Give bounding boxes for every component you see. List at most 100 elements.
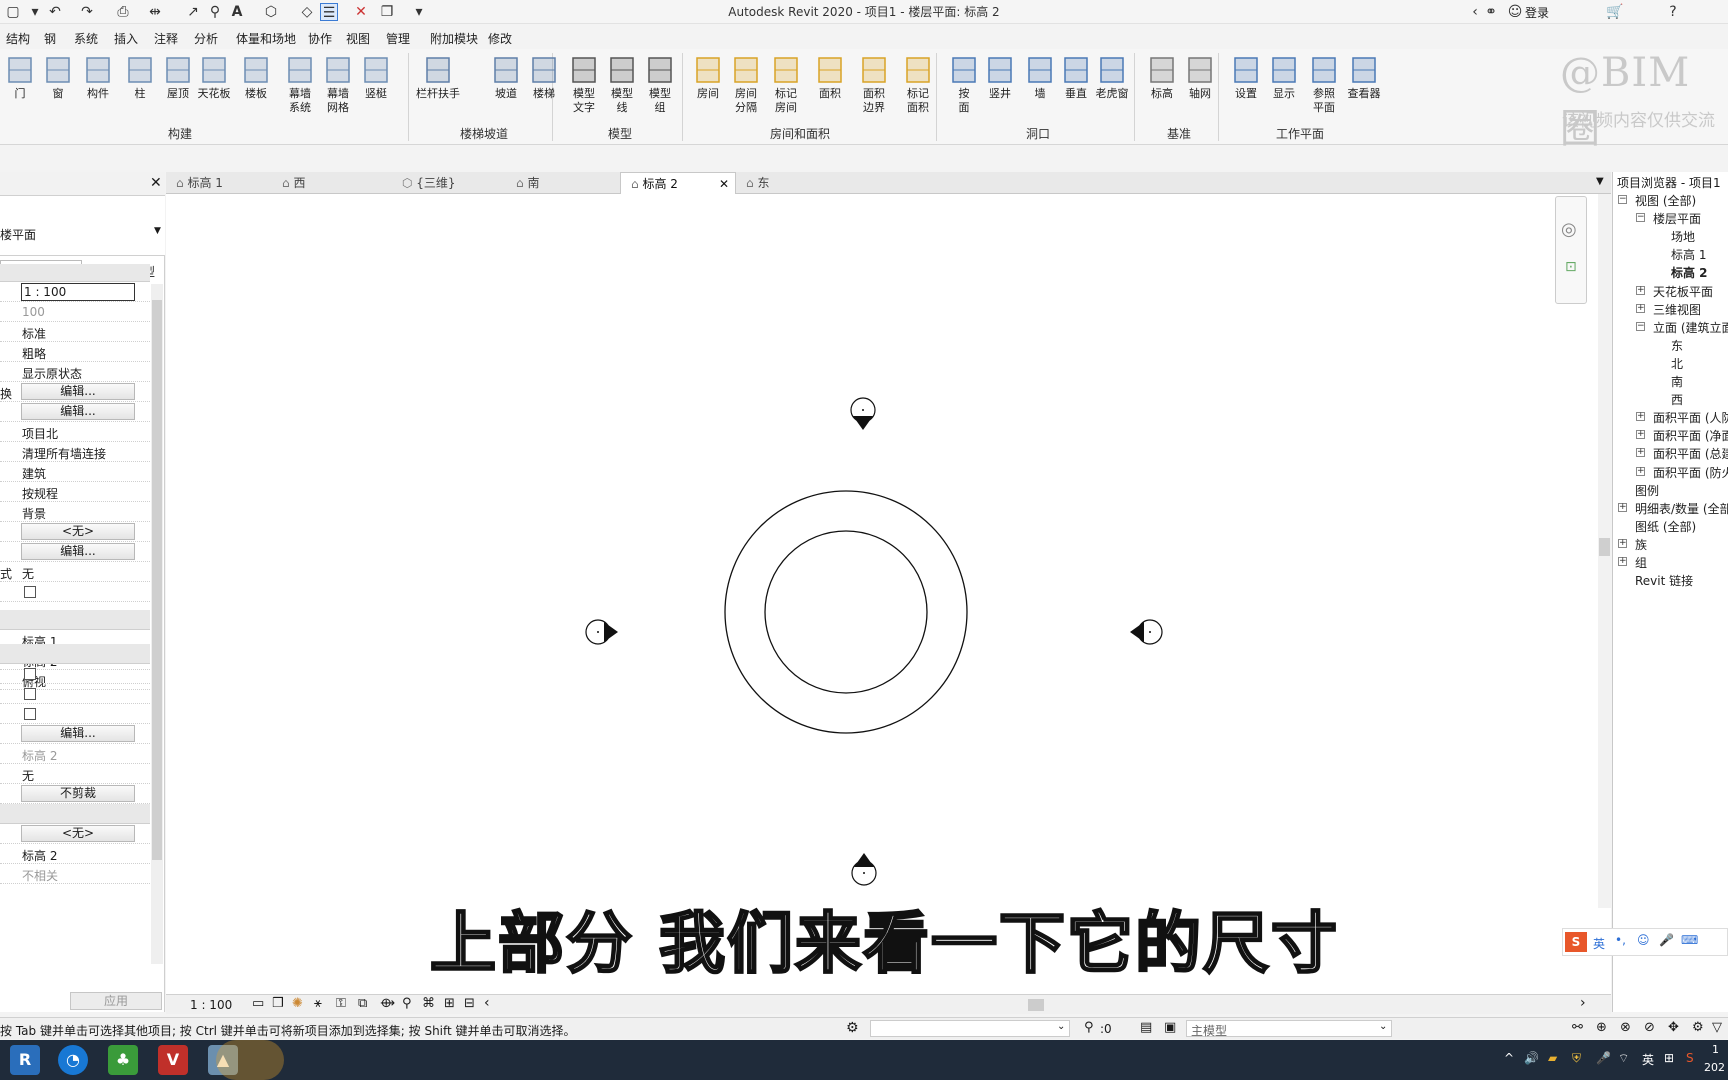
drawing-area[interactable]: ◎ ⊡	[166, 194, 1611, 994]
property-value[interactable]: 粗略	[22, 345, 46, 362]
ribbon-button-opening[interactable]: 老虎窗	[1090, 55, 1134, 101]
browser-item[interactable]: 视图 (全部)	[1635, 192, 1696, 209]
ime-mode[interactable]: 英	[1593, 935, 1605, 952]
ribbon-panel-label[interactable]: 洞口	[1026, 125, 1050, 142]
ribbon-button-room[interactable]: 标记 房间	[764, 55, 808, 115]
ribbon-tab[interactable]: 修改	[488, 30, 512, 47]
clock-time[interactable]: 1	[1712, 1043, 1719, 1056]
tree-expander-icon[interactable]: +	[1636, 466, 1645, 476]
ribbon-button-datum[interactable]: 轴网	[1178, 55, 1222, 101]
apply-button[interactable]: 应用	[70, 992, 162, 1010]
tree-expander-icon[interactable]: +	[1636, 285, 1645, 295]
type-selector[interactable]: 楼平面 ▼	[0, 196, 165, 256]
sogou-tray-icon[interactable]: S	[1686, 1051, 1694, 1065]
property-edit-button[interactable]: 编辑...	[21, 725, 135, 742]
sun-path-icon[interactable]: ✺	[292, 996, 303, 1011]
browser-item[interactable]: 楼层平面	[1653, 210, 1701, 227]
property-checkbox[interactable]	[24, 688, 36, 700]
cart-icon[interactable]: 🛒	[1606, 3, 1624, 21]
browser-item[interactable]: 南	[1671, 373, 1683, 390]
ribbon-panel-label[interactable]: 工作平面	[1276, 125, 1324, 142]
ribbon-button-build[interactable]: 竖梃	[354, 55, 398, 101]
steering-wheel-icon[interactable]: ◎	[1561, 219, 1577, 240]
horizontal-scrollbar-thumb[interactable]	[1028, 999, 1044, 1011]
browser-item[interactable]: 图例	[1635, 482, 1659, 499]
app-taskbar-icon[interactable]: ♣	[108, 1045, 138, 1075]
temp-hide-icon[interactable]: ⟴	[380, 996, 395, 1011]
zoom-icon[interactable]: ⊡	[1565, 259, 1577, 275]
sogou-icon[interactable]: S	[1565, 932, 1587, 952]
elevation-marker-north[interactable]	[850, 397, 876, 430]
property-value[interactable]: 无	[22, 767, 34, 784]
ribbon-tab[interactable]: 附加模块	[430, 30, 478, 47]
browser-item[interactable]: 立面 (建筑立面)	[1653, 319, 1728, 336]
select-by-face-icon[interactable]: ⊘	[1644, 1020, 1655, 1035]
browser-item[interactable]: Revit 链接	[1635, 572, 1693, 589]
analytical-icon[interactable]: ⊞	[444, 996, 455, 1011]
view-tab[interactable]: ⌂ 南	[506, 172, 620, 194]
property-value[interactable]: 标高 2	[22, 747, 57, 764]
property-checkbox[interactable]	[24, 708, 36, 720]
ribbon-button-room[interactable]: 面积 边界	[852, 55, 896, 115]
browser-item[interactable]: 面积平面 (净面积)	[1653, 427, 1728, 444]
tree-expander-icon[interactable]: +	[1618, 502, 1627, 512]
ribbon-button-build[interactable]: 天花板	[192, 55, 236, 101]
shadows-icon[interactable]: ⚹	[314, 996, 322, 1011]
worksharing-icon[interactable]: ⌘	[422, 996, 435, 1011]
binoculars-icon[interactable]: ⚭	[1482, 3, 1500, 21]
reveal-hidden-icon[interactable]: ⚲	[402, 996, 412, 1011]
scrollbar-thumb[interactable]	[152, 300, 162, 860]
view-tab[interactable]: ⌂ 标高 2 ✕	[620, 172, 736, 194]
browser-item[interactable]: 图纸 (全部)	[1635, 518, 1696, 535]
browser-item[interactable]: 三维视图	[1653, 301, 1701, 318]
recorder-taskbar-icon[interactable]: V	[158, 1045, 188, 1075]
ribbon-button-workplane[interactable]: 显示	[1262, 55, 1306, 101]
ribbon-tab[interactable]: 分析	[194, 30, 218, 47]
ribbon-panel-label[interactable]: 构建	[168, 125, 192, 142]
property-checkbox[interactable]	[24, 586, 36, 598]
properties-section-header[interactable]	[0, 610, 150, 630]
show-crop-icon[interactable]: ⧉	[358, 996, 367, 1011]
view-scale-input[interactable]: 1 : 100	[21, 283, 135, 301]
property-value[interactable]: 项目北	[22, 425, 58, 442]
properties-section-header[interactable]	[0, 264, 150, 282]
property-edit-button[interactable]: 编辑...	[21, 543, 135, 560]
detail-level-icon[interactable]: ▭	[252, 996, 264, 1011]
view-scale[interactable]: 1 : 100	[190, 998, 232, 1012]
ribbon-button-room[interactable]: 房间 分隔	[724, 55, 768, 115]
browser-item[interactable]: 标高 2	[1671, 264, 1708, 281]
tree-expander-icon[interactable]: +	[1636, 303, 1645, 313]
crop-icon[interactable]: ⚿	[336, 996, 346, 1011]
ribbon-button-room[interactable]: 面积	[808, 55, 852, 101]
visual-style-icon[interactable]: ❒	[272, 996, 284, 1011]
clock-date[interactable]: 202	[1704, 1061, 1725, 1074]
help-icon[interactable]: ?	[1664, 3, 1682, 21]
ribbon-button-stairs[interactable]: 栏杆扶手	[416, 55, 460, 101]
design-option-dropdown[interactable]: 主模型 ⌄	[1186, 1020, 1392, 1038]
close-icon[interactable]: ✕	[719, 173, 729, 195]
ribbon-panel-label[interactable]: 楼梯坡道	[460, 125, 508, 142]
property-value[interactable]: 清理所有墙连接	[22, 445, 106, 462]
property-edit-button[interactable]: <无>	[21, 523, 135, 540]
browser-item[interactable]: 族	[1635, 536, 1647, 553]
property-edit-button[interactable]: 不剪裁	[21, 785, 135, 802]
browser-item[interactable]: 北	[1671, 355, 1683, 372]
ribbon-button-build[interactable]: 窗	[36, 55, 80, 101]
constraints-icon[interactable]: ⊟	[464, 996, 475, 1011]
ribbon-tab[interactable]: 协作	[308, 30, 332, 47]
select-underlay-icon[interactable]: ⊕	[1596, 1020, 1607, 1035]
mic-tray-icon[interactable]: 🎤	[1596, 1051, 1611, 1065]
microphone-icon[interactable]: 🎤	[1659, 933, 1674, 947]
emoji-icon[interactable]: ☺	[1637, 933, 1650, 947]
view-tab[interactable]: ⌂ 西	[272, 172, 392, 194]
filter-icon[interactable]: ⚙	[1692, 1020, 1704, 1035]
shield-icon[interactable]: ⛨	[1572, 1051, 1581, 1066]
ribbon-button-workplane[interactable]: 参照 平面	[1302, 55, 1346, 115]
browser-item[interactable]: 东	[1671, 337, 1683, 354]
browser-taskbar-icon[interactable]: ◔	[58, 1045, 88, 1075]
ribbon-button-room[interactable]: 标记 面积	[896, 55, 940, 115]
ribbon-panel-label[interactable]: 模型	[608, 125, 632, 142]
punctuation-icon[interactable]: •,	[1615, 933, 1626, 947]
property-value[interactable]: 按规程	[22, 485, 58, 502]
property-edit-button[interactable]: 编辑...	[21, 403, 135, 420]
